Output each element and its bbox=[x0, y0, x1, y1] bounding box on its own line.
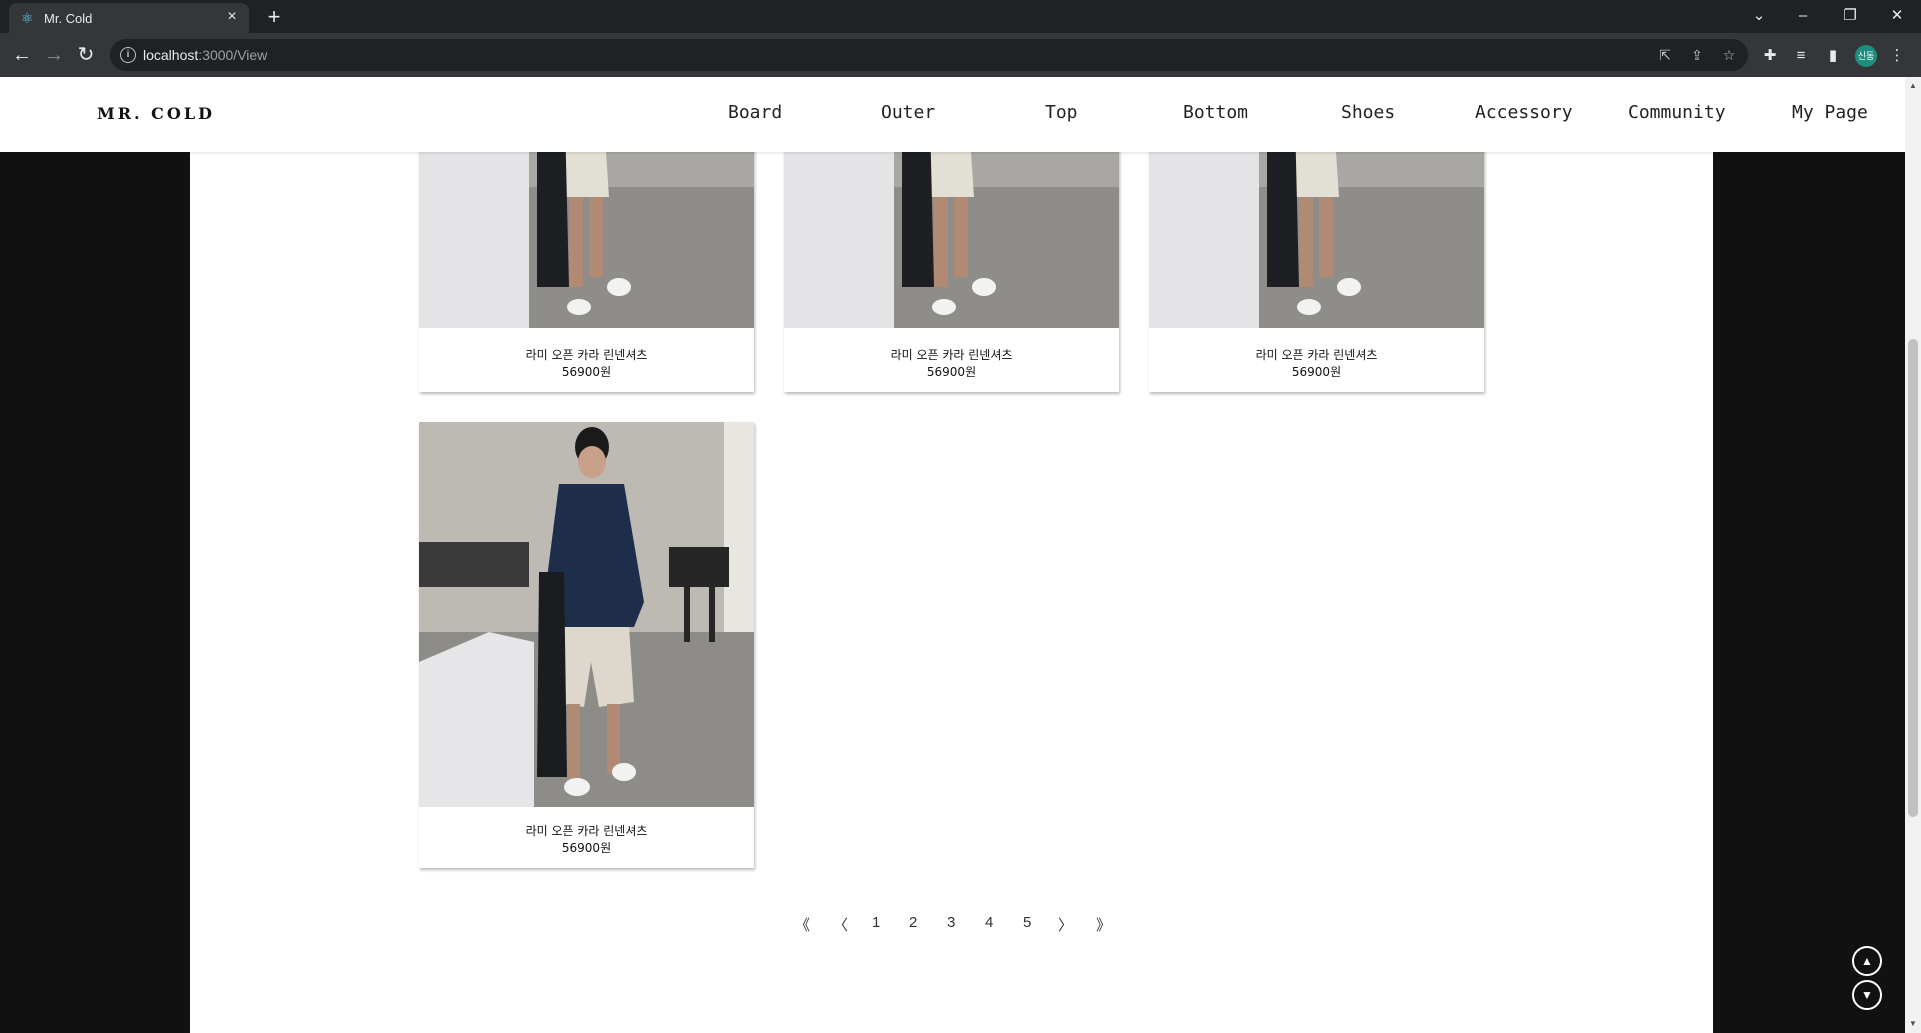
product-name[interactable]: 라미 오픈 카라 린넨셔츠 bbox=[1149, 346, 1484, 363]
scroll-down-button[interactable]: ▼ bbox=[1852, 980, 1882, 1010]
nav-shoes[interactable]: Shoes bbox=[1341, 102, 1395, 123]
nav-accessory[interactable]: Accessory bbox=[1475, 102, 1573, 123]
open-in-app-icon[interactable]: ⇱ bbox=[1655, 45, 1675, 65]
product-name[interactable]: 라미 오픈 카라 린넨셔츠 bbox=[419, 346, 754, 363]
page-viewport: 라미 오픈 카라 린넨셔츠 56900원 라미 오픈 카라 린넨셔츠 56900… bbox=[0, 77, 1905, 1033]
product-price: 56900원 bbox=[561, 365, 612, 379]
scroll-down-arrow-icon[interactable]: ▼ bbox=[1908, 1019, 1918, 1029]
nav-top[interactable]: Top bbox=[1045, 102, 1078, 123]
nav-my-page[interactable]: My Page bbox=[1792, 102, 1868, 123]
minimize-button[interactable]: – bbox=[1781, 2, 1825, 30]
site-header: MR. COLD Board Outer Top Bottom Shoes Ac… bbox=[0, 77, 1905, 152]
nav-outer[interactable]: Outer bbox=[881, 102, 935, 123]
page-button[interactable]: 3 bbox=[947, 914, 955, 931]
product-card[interactable]: 라미 오픈 카라 린넨셔츠 56900원 bbox=[419, 422, 754, 868]
chrome-menu-icon[interactable]: ⋮ bbox=[1886, 45, 1908, 67]
extensions-icon[interactable]: ✚ bbox=[1759, 45, 1781, 67]
page-scrollbar[interactable]: ▲ ▼ bbox=[1905, 77, 1921, 1033]
close-window-button[interactable]: ✕ bbox=[1875, 2, 1919, 30]
address-url[interactable]: localhost:3000/View bbox=[143, 47, 267, 63]
nav-bottom[interactable]: Bottom bbox=[1183, 102, 1248, 123]
scroll-up-arrow-icon[interactable]: ▲ bbox=[1908, 81, 1918, 91]
scroll-up-button[interactable]: ▲ bbox=[1852, 946, 1882, 976]
scroll-buttons: ▲ ▼ bbox=[1847, 939, 1887, 1017]
forward-icon[interactable]: → bbox=[40, 41, 68, 69]
browser-toolbar: ← → ↻ i localhost:3000/View ⇱ ⇪ ☆ ✚ ≡ ▮ … bbox=[0, 33, 1921, 77]
main-content: 라미 오픈 카라 린넨셔츠 56900원 라미 오픈 카라 린넨셔츠 56900… bbox=[190, 77, 1713, 1033]
tab-title: Mr. Cold bbox=[44, 11, 93, 26]
react-favicon-icon: ⚛ bbox=[21, 10, 34, 26]
product-price: 56900원 bbox=[1291, 365, 1342, 379]
media-queue-icon[interactable]: ≡ bbox=[1790, 45, 1812, 67]
back-icon[interactable]: ← bbox=[8, 41, 36, 69]
next-page-button[interactable]: 〉 bbox=[1058, 914, 1073, 935]
tab-search-icon[interactable]: ⌄ bbox=[1737, 2, 1781, 30]
bookmark-star-icon[interactable]: ☆ bbox=[1719, 45, 1739, 65]
address-bar[interactable]: i localhost:3000/View ⇱ ⇪ ☆ bbox=[110, 39, 1748, 71]
nav-board[interactable]: Board bbox=[728, 102, 782, 123]
browser-title-bar: ⚛ Mr. Cold × + ⌄ – ❐ ✕ bbox=[0, 0, 1921, 33]
scroll-thumb[interactable] bbox=[1908, 339, 1918, 817]
page-button[interactable]: 1 bbox=[872, 914, 880, 931]
browser-tab[interactable]: ⚛ Mr. Cold × bbox=[9, 3, 249, 33]
prev-page-button[interactable]: 〈 bbox=[833, 914, 848, 935]
product-name[interactable]: 라미 오픈 카라 린넨셔츠 bbox=[784, 346, 1119, 363]
share-icon[interactable]: ⇪ bbox=[1687, 45, 1707, 65]
product-price: 56900원 bbox=[561, 841, 612, 855]
product-image[interactable] bbox=[419, 422, 754, 807]
product-name[interactable]: 라미 오픈 카라 린넨셔츠 bbox=[419, 822, 754, 839]
site-info-icon[interactable]: i bbox=[120, 47, 136, 63]
side-panel-icon[interactable]: ▮ bbox=[1822, 45, 1844, 67]
first-page-button[interactable]: 《 bbox=[795, 914, 810, 935]
page-button[interactable]: 5 bbox=[1023, 914, 1031, 931]
close-tab-icon[interactable]: × bbox=[223, 8, 241, 26]
page-button[interactable]: 4 bbox=[985, 914, 993, 931]
site-logo[interactable]: MR. COLD bbox=[97, 104, 215, 123]
reload-icon[interactable]: ↻ bbox=[72, 41, 100, 69]
profile-avatar[interactable]: 신동 bbox=[1855, 45, 1877, 67]
last-page-button[interactable]: 》 bbox=[1096, 914, 1111, 935]
product-price: 56900원 bbox=[926, 365, 977, 379]
new-tab-button[interactable]: + bbox=[260, 4, 288, 32]
restore-button[interactable]: ❐ bbox=[1828, 2, 1872, 30]
nav-community[interactable]: Community bbox=[1628, 102, 1726, 123]
page-button[interactable]: 2 bbox=[909, 914, 917, 931]
